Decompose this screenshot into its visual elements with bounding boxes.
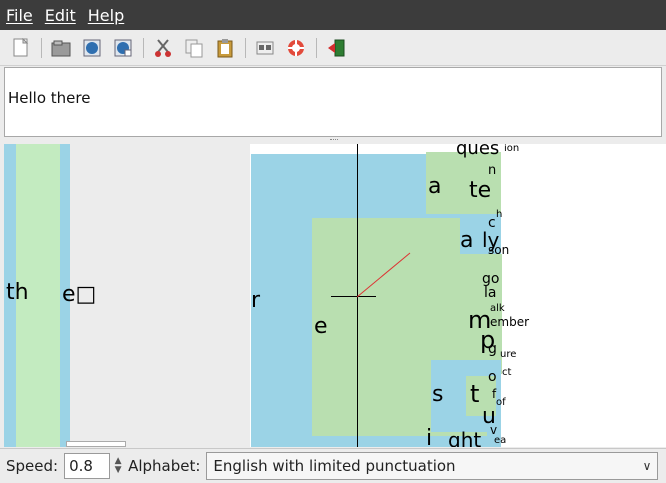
cut-button[interactable] <box>150 35 176 61</box>
canvas-label-of: of <box>496 397 506 408</box>
paste-button[interactable] <box>212 35 238 61</box>
save-button[interactable] <box>79 35 105 61</box>
open-button[interactable] <box>48 35 74 61</box>
toolbar-separator <box>245 37 246 58</box>
toolbar <box>0 30 666 66</box>
menu-bar: File Edit Help <box>0 0 666 30</box>
speed-value: 0.8 <box>69 457 93 475</box>
pointer-line <box>357 252 411 298</box>
canvas-label-t: t <box>470 380 480 408</box>
toolbar-separator <box>316 37 317 58</box>
canvas-label-ember: ember <box>490 315 530 329</box>
new-icon <box>13 37 29 56</box>
menu-help[interactable]: Help <box>88 6 124 25</box>
select-all-button[interactable] <box>252 35 278 61</box>
canvas-label-te: te <box>469 178 492 203</box>
speed-label: Speed: <box>6 457 59 475</box>
canvas-label-r: r <box>251 288 261 313</box>
canvas-label-g: g <box>488 341 497 357</box>
save-as-button[interactable] <box>110 35 136 61</box>
quit-button[interactable] <box>323 35 349 61</box>
canvas-label-c: c <box>488 215 496 231</box>
open-icon <box>51 40 71 56</box>
editor-text: Hello there <box>8 89 91 107</box>
canvas-label-la: la <box>484 285 497 301</box>
canvas-label-son: son <box>488 243 510 257</box>
alphabet-value: English with limited punctuation <box>213 457 456 475</box>
quit-icon <box>328 39 345 56</box>
alphabet-label: Alphabet: <box>128 457 201 475</box>
toolbar-separator <box>41 37 42 58</box>
alphabet-select[interactable]: English with limited punctuation ∨ <box>206 452 659 480</box>
canvas-label-ion: ion <box>504 144 520 154</box>
pane-splitter[interactable] <box>0 137 666 144</box>
canvas-label-ques: ques <box>456 144 500 159</box>
canvas-label-a: a <box>428 174 442 199</box>
dasher-canvas[interactable]: th e□ r e a te a ly m p s t u i qht ques… <box>4 144 666 447</box>
canvas-label-i: i <box>426 426 433 448</box>
canvas-label-ure: ure <box>500 349 517 360</box>
status-bar: Speed: 0.8 ▲ ▼ Alphabet: English with li… <box>0 448 666 483</box>
canvas-label-e-box: e□ <box>62 282 97 307</box>
canvas-label-ea: ea <box>494 435 507 446</box>
help-icon <box>288 39 304 56</box>
canvas-label-h: h <box>496 209 503 220</box>
canvas-label-alk: alk <box>490 303 505 314</box>
menu-file[interactable]: File <box>6 6 33 25</box>
paste-icon <box>217 38 233 57</box>
canvas-label-a2: a <box>460 228 474 253</box>
canvas-label-n: n <box>488 163 497 178</box>
canvas-label-go: go <box>482 271 500 287</box>
spin-down-icon[interactable]: ▼ <box>115 466 122 475</box>
splitter-grip[interactable] <box>330 139 338 141</box>
toolbar-separator <box>143 37 144 58</box>
help-button[interactable] <box>283 35 309 61</box>
save-icon <box>83 39 101 56</box>
copy-button[interactable] <box>181 35 207 61</box>
copy-icon <box>185 39 203 57</box>
canvas-label-th: th <box>6 280 29 305</box>
canvas-label-o: o <box>488 369 497 385</box>
canvas-label-ct: ct <box>502 367 512 378</box>
save-as-icon <box>114 39 132 56</box>
cut-icon <box>155 38 171 57</box>
speed-spinner[interactable]: ▲ ▼ <box>112 453 124 479</box>
speed-input[interactable]: 0.8 <box>64 453 111 479</box>
canvas-label-qht: qht <box>448 428 482 447</box>
text-editor[interactable]: Hello there <box>4 67 662 137</box>
canvas-label-e: e <box>314 314 328 339</box>
canvas-small-widget <box>66 441 126 447</box>
chevron-down-icon[interactable]: ∨ <box>643 459 652 473</box>
select-all-icon <box>256 41 274 54</box>
new-button[interactable] <box>8 35 34 61</box>
menu-edit[interactable]: Edit <box>45 6 76 25</box>
canvas-label-s: s <box>432 382 444 407</box>
canvas-grey-area <box>70 144 250 447</box>
